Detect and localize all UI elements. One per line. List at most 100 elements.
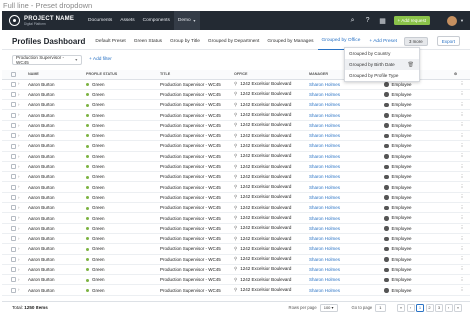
cell-name[interactable]: Aaron Burton xyxy=(28,161,86,173)
page-button-1[interactable]: 1 xyxy=(416,303,424,312)
chevron-right-icon[interactable]: › xyxy=(18,277,20,282)
row-menu-icon[interactable]: ⋮ xyxy=(454,264,470,276)
manager-link[interactable]: Sharon Holmes xyxy=(309,195,340,200)
previous-page-icon[interactable]: ‹ xyxy=(406,303,415,312)
table-row[interactable]: › Aaron Burton Green Production Supervisor … xyxy=(2,99,470,111)
row-menu-icon[interactable]: ⋮ xyxy=(454,120,470,131)
row-menu-icon[interactable]: ⋮ xyxy=(454,79,470,90)
nav-components[interactable]: Components xyxy=(139,11,174,30)
chevron-right-icon[interactable]: › xyxy=(18,195,20,200)
cell-name[interactable]: Aaron Burton xyxy=(28,202,86,214)
nav-demo[interactable]: Demo ▼ xyxy=(173,11,201,30)
table-row[interactable]: › Aaron Burton Green Production Supervisor … xyxy=(2,274,470,286)
search-icon[interactable]: ⌕ xyxy=(347,17,359,25)
cell-name[interactable]: Aaron Burton xyxy=(28,264,86,276)
manager-link[interactable]: Sharon Holmes xyxy=(309,277,340,282)
preset-option-profile-type[interactable]: Grouped by Profile Type xyxy=(345,70,419,81)
chevron-right-icon[interactable]: › xyxy=(18,174,20,179)
chevron-right-icon[interactable]: › xyxy=(18,236,20,241)
manager-link[interactable]: Sharon Holmes xyxy=(309,174,340,179)
chevron-right-icon[interactable]: › xyxy=(18,287,20,292)
chevron-right-icon[interactable]: › xyxy=(18,133,20,138)
row-menu-icon[interactable]: ⋮ xyxy=(454,212,470,224)
avatar[interactable] xyxy=(447,15,458,26)
table-row[interactable]: › Aaron Burton Green Production Supervisor … xyxy=(2,192,470,204)
cell-name[interactable]: Aaron Burton xyxy=(28,171,86,183)
chevron-right-icon[interactable]: › xyxy=(18,92,20,97)
row-menu-icon[interactable]: ⋮ xyxy=(454,181,470,193)
cell-name[interactable]: Aaron Burton xyxy=(28,140,86,152)
cell-name[interactable]: Aaron Burton xyxy=(28,233,86,245)
last-page-icon[interactable]: » xyxy=(454,303,462,312)
row-checkbox[interactable] xyxy=(11,174,16,180)
cell-name[interactable]: Aaron Burton xyxy=(28,79,86,90)
nav-documents[interactable]: Documents xyxy=(84,11,116,30)
table-row[interactable]: › Aaron Burton Green Production Supervisor … xyxy=(2,284,470,296)
chevron-right-icon[interactable]: › xyxy=(18,257,20,262)
row-menu-icon[interactable]: ⋮ xyxy=(454,140,470,152)
row-menu-icon[interactable]: ⋮ xyxy=(454,109,470,121)
row-checkbox[interactable] xyxy=(11,236,16,242)
chevron-right-icon[interactable]: › xyxy=(18,205,20,210)
row-checkbox[interactable] xyxy=(11,102,16,108)
row-checkbox[interactable] xyxy=(11,195,16,201)
row-menu-icon[interactable]: ⋮ xyxy=(454,151,470,162)
cell-name[interactable]: Aaron Burton xyxy=(28,181,86,193)
row-menu-icon[interactable]: ⋮ xyxy=(454,243,470,255)
cell-name[interactable]: Aaron Burton xyxy=(28,243,86,255)
preset-option-country[interactable]: Grouped by Country xyxy=(345,48,419,59)
next-page-icon[interactable]: › xyxy=(444,303,453,312)
table-row[interactable]: › Aaron Burton Green Production Supervisor … xyxy=(2,151,470,162)
table-row[interactable]: › Aaron Burton Green Production Supervisor … xyxy=(2,120,470,131)
cell-name[interactable]: Aaron Burton xyxy=(28,99,86,111)
table-row[interactable]: › Aaron Burton Green Production Supervisor … xyxy=(2,212,470,224)
chevron-right-icon[interactable]: › xyxy=(18,246,20,251)
title-filter-select[interactable]: Production Supervisor - WC45 ▼ xyxy=(12,54,82,65)
row-menu-icon[interactable]: ⋮ xyxy=(454,202,470,214)
row-menu-icon[interactable]: ⋮ xyxy=(454,254,470,265)
manager-link[interactable]: Sharon Holmes xyxy=(309,267,340,272)
manager-link[interactable]: Sharon Holmes xyxy=(309,154,340,159)
row-checkbox[interactable] xyxy=(11,143,16,149)
manager-link[interactable]: Sharon Holmes xyxy=(309,226,340,231)
manager-link[interactable]: Sharon Holmes xyxy=(309,205,340,210)
more-presets-button[interactable]: 3 more xyxy=(403,36,428,46)
tab-grouped-by-department[interactable]: Grouped by Department xyxy=(204,33,263,50)
cell-name[interactable]: Aaron Burton xyxy=(28,274,86,286)
table-row[interactable]: › Aaron Burton Green Production Supervisor … xyxy=(2,171,470,183)
page-button-3[interactable]: 3 xyxy=(435,303,443,312)
row-checkbox[interactable] xyxy=(11,277,16,283)
row-menu-icon[interactable]: ⋮ xyxy=(454,284,470,296)
row-menu-icon[interactable]: ⋮ xyxy=(454,171,470,183)
row-menu-icon[interactable]: ⋮ xyxy=(454,223,470,234)
manager-link[interactable]: Sharon Holmes xyxy=(309,257,340,262)
column-header-title[interactable]: TITLE xyxy=(160,70,234,80)
row-menu-icon[interactable]: ⋮ xyxy=(454,161,470,173)
chevron-right-icon[interactable]: › xyxy=(18,184,20,189)
page-button-2[interactable]: 2 xyxy=(425,303,434,312)
row-checkbox[interactable] xyxy=(11,153,16,159)
preset-option-birth-date[interactable]: Grouped by Birth Date 🗑 xyxy=(345,59,419,70)
manager-link[interactable]: Sharon Holmes xyxy=(309,185,340,190)
row-menu-icon[interactable]: ⋮ xyxy=(454,99,470,111)
row-checkbox[interactable] xyxy=(11,267,16,273)
manager-link[interactable]: Sharon Holmes xyxy=(309,288,340,293)
manager-link[interactable]: Sharon Holmes xyxy=(309,102,340,107)
row-checkbox[interactable] xyxy=(11,246,16,252)
row-checkbox[interactable] xyxy=(11,164,16,170)
table-row[interactable]: › Aaron Burton Green Production Supervisor … xyxy=(2,233,470,245)
row-menu-icon[interactable]: ⋮ xyxy=(454,130,470,142)
tab-green-status[interactable]: Green Status xyxy=(130,33,166,50)
row-checkbox[interactable] xyxy=(11,256,16,262)
manager-link[interactable]: Sharon Holmes xyxy=(309,236,340,241)
nav-assets[interactable]: Assets xyxy=(116,11,138,30)
rows-per-page-select[interactable]: 100 ▾ xyxy=(319,303,338,312)
chevron-right-icon[interactable]: › xyxy=(18,123,20,128)
row-checkbox[interactable] xyxy=(11,133,16,139)
add-filter-button[interactable]: + Add filter xyxy=(89,57,112,62)
go-to-page-input[interactable]: 1 xyxy=(375,303,386,312)
column-header-profile-status[interactable]: PROFILE STATUS xyxy=(86,70,160,80)
manager-link[interactable]: Sharon Holmes xyxy=(309,143,340,148)
column-settings-icon[interactable]: ⚙ xyxy=(454,70,470,80)
cell-name[interactable]: Aaron Burton xyxy=(28,212,86,224)
